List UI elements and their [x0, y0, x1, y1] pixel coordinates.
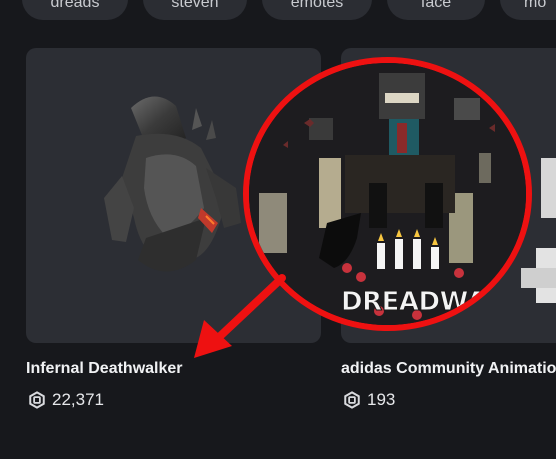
chip-dreads[interactable]: dreads	[22, 0, 128, 20]
item-name[interactable]: adidas Community Animatio	[341, 360, 556, 378]
dreadwalker-logo: DREADWALKER	[341, 287, 526, 318]
price-value: 193	[367, 390, 396, 409]
category-chip-row: dreads steven emotes face mo	[0, 0, 556, 20]
item-price: 22,371	[28, 390, 104, 410]
item-name[interactable]: Infernal Deathwalker	[26, 360, 183, 378]
chip-emotes[interactable]: emotes	[262, 0, 372, 20]
robux-icon	[344, 391, 360, 409]
chip-more[interactable]: mo	[500, 0, 556, 20]
item-price: 193	[343, 390, 395, 410]
chip-steven[interactable]: steven	[143, 0, 247, 20]
zoomed-artwork	[249, 63, 526, 325]
catalog-page: dreads steven emotes face mo Infernal De…	[0, 0, 556, 459]
zoom-highlight-circle: DREADWALKER	[243, 57, 532, 331]
price-value: 22,371	[52, 390, 104, 409]
chip-face[interactable]: face	[387, 0, 485, 20]
robux-icon	[29, 391, 45, 409]
